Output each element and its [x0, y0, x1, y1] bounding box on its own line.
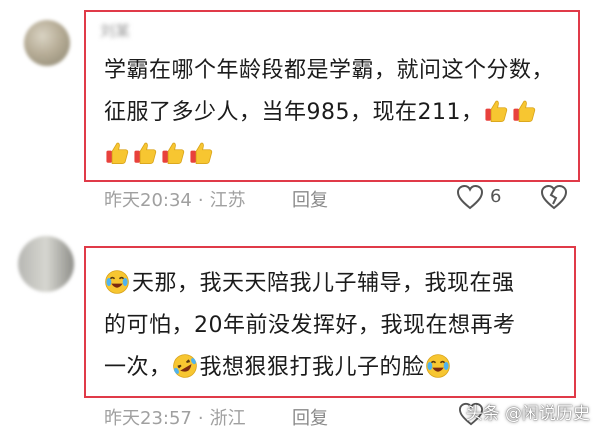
emoji-row	[104, 134, 554, 176]
thumbs-up-emoji-icon	[106, 142, 129, 164]
comment-text: 天那，我天天陪我儿子辅导，我现在强 的可怕，20年前没发挥好，我现在想再考 一次…	[104, 263, 516, 389]
comment-line: 天那，我天天陪我儿子辅导，我现在强	[132, 271, 515, 296]
crying-laughing-emoji-icon	[425, 354, 450, 378]
comment-location: 浙江	[209, 408, 246, 429]
comment-time: 昨天23:57	[104, 408, 192, 429]
comment-line: 的可怕，20年前没发挥好，我现在想再考	[104, 313, 516, 338]
avatar[interactable]	[24, 20, 70, 66]
comment-line: 学霸在哪个年龄段都是学霸，就问这个分数，	[104, 58, 555, 83]
thumbs-up-emoji-icon	[162, 142, 185, 164]
comment-line-with-emoji: 天那，我天天陪我儿子辅导，我现在强	[104, 263, 516, 305]
comment-line-with-emoji: 一次， 我想狠狠打我儿子的脸	[104, 347, 516, 389]
thumbs-up-emoji-icon	[513, 100, 536, 122]
reply-button[interactable]: 回复	[292, 404, 328, 430]
watermark: 头条 @闲说历史	[465, 404, 590, 424]
comment-location: 江苏	[209, 190, 246, 211]
comment-meta: 昨天23:57 · 浙江	[104, 404, 246, 430]
crying-laughing-emoji-icon	[105, 270, 129, 294]
comment-line: 一次，	[104, 355, 172, 380]
comment-line-with-emoji: 征服了多少人，当年985，现在211，	[104, 92, 554, 134]
reply-button[interactable]: 回复	[292, 186, 328, 212]
separator-dot: ·	[197, 190, 204, 211]
rolling-laughing-emoji-icon	[172, 354, 197, 378]
separator-dot: ·	[197, 408, 204, 429]
like-count: 6	[490, 186, 502, 207]
thumbs-up-emoji-icon	[190, 142, 213, 164]
broken-heart-icon[interactable]	[540, 184, 568, 210]
thumbs-up-emoji-icon	[134, 142, 157, 164]
comment-line: 我想狠狠打我儿子的脸	[199, 355, 425, 380]
comment-time: 昨天20:34	[104, 190, 192, 211]
avatar[interactable]	[18, 236, 74, 292]
comment-meta: 昨天20:34 · 江苏	[104, 186, 246, 212]
thumbs-up-emoji-icon	[485, 100, 508, 122]
comment-text: 学霸在哪个年龄段都是学霸，就问这个分数， 征服了多少人，当年985，现在211，	[104, 50, 554, 176]
comment-line: 征服了多少人，当年985，现在211，	[104, 100, 484, 125]
heart-icon[interactable]	[456, 184, 484, 210]
